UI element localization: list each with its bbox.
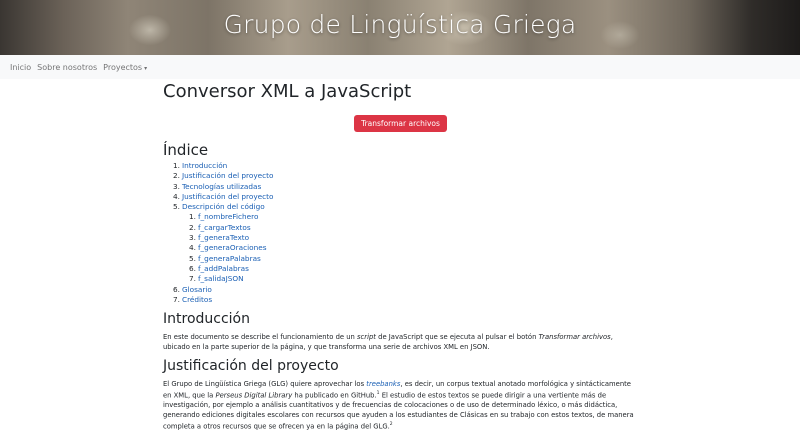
- toc-link-tecnologias[interactable]: Tecnologías utilizadas: [182, 182, 261, 191]
- section-heading-introduccion: Introducción: [163, 311, 250, 328]
- nav-item-inicio[interactable]: Inicio: [10, 63, 31, 72]
- site-title: Grupo de Lingüística Griega: [223, 10, 577, 39]
- toc-item: 5. Descripción del código 1. f_nombreFiche…: [173, 202, 638, 284]
- toc-link-justificacion[interactable]: Justificación del proyecto: [182, 171, 274, 180]
- main-content: Conversor XML a JavaScript Transformar a…: [163, 79, 638, 435]
- toc-link-f-nombrefichero[interactable]: f_nombreFichero: [198, 212, 259, 221]
- toc-subitem: 6. f_addPalabras: [189, 264, 638, 274]
- nav-item-proyectos[interactable]: Proyectos ▾: [103, 63, 147, 72]
- toc-num: 7.: [173, 294, 180, 304]
- toc-num: 6.: [173, 284, 180, 294]
- toc-subitem: 1. f_nombreFichero: [189, 212, 638, 222]
- text-span: ha publicado en GitHub.: [292, 391, 377, 400]
- toc-item: 7. Créditos: [173, 295, 638, 305]
- toc-item: 1. Introducción: [173, 161, 638, 171]
- toc-item: 6. Glosario: [173, 285, 638, 295]
- toc-link-f-generatexto[interactable]: f_generaTexto: [198, 233, 249, 242]
- toc-link-f-addpalabras[interactable]: f_addPalabras: [198, 264, 249, 273]
- intro-paragraph: En este documento se describe el funcion…: [163, 332, 638, 352]
- text-emphasis: Transformar archivos: [538, 333, 611, 342]
- toc-num: 4.: [189, 243, 196, 253]
- toc-num: 2.: [173, 171, 180, 181]
- toc-sublist: 1. f_nombreFichero 2. f_cargarTextos 3. f_g…: [173, 212, 638, 284]
- toc-item: 3. Tecnologías utilizadas: [173, 182, 638, 192]
- toc-link-descripcion[interactable]: Descripción del código: [182, 202, 265, 211]
- text-emphasis: Perseus Digital Library: [215, 391, 293, 400]
- toc-num: 6.: [189, 263, 196, 273]
- nav-item-sobre-nosotros[interactable]: Sobre nosotros: [37, 63, 97, 72]
- justificacion-paragraph: El Grupo de Lingüística Griega (GLG) qui…: [163, 379, 638, 432]
- text-span: El Grupo de Lingüística Griega (GLG) qui…: [163, 380, 367, 389]
- toc-link-f-generaoraciones[interactable]: f_generaOraciones: [198, 243, 267, 252]
- text-emphasis: script: [357, 333, 376, 342]
- toc-heading: Índice: [163, 141, 209, 159]
- toc-num: 2.: [189, 222, 196, 232]
- toc-subitem: 7. f_salidaJSON: [189, 274, 638, 284]
- toc-link-f-salidajson[interactable]: f_salidaJSON: [198, 274, 244, 283]
- toc-link-glosario[interactable]: Glosario: [182, 285, 212, 294]
- toc-subitem: 4. f_generaOraciones: [189, 243, 638, 253]
- toc-num: 1.: [189, 212, 196, 222]
- treebanks-link[interactable]: treebanks: [366, 380, 400, 388]
- toc-num: 3.: [189, 233, 196, 243]
- transform-files-button[interactable]: Transformar archivos: [354, 115, 447, 132]
- toc-item: 4. Justificación del proyecto: [173, 192, 638, 202]
- toc-subitem: 2. f_cargarTextos: [189, 223, 638, 233]
- toc-link-f-cargartextos[interactable]: f_cargarTextos: [198, 223, 251, 232]
- toc-num: 7.: [189, 274, 196, 284]
- toc-num: 5.: [189, 253, 196, 263]
- toc-num: 5.: [173, 202, 180, 212]
- text-span: En este documento se describe el funcion…: [163, 333, 358, 342]
- toc-subitem: 3. f_generaTexto: [189, 233, 638, 243]
- toc-subitem: 5. f_generaPalabras: [189, 254, 638, 264]
- footnote-ref[interactable]: 2: [390, 422, 393, 427]
- navbar: Inicio Sobre nosotros Proyectos ▾: [0, 55, 800, 79]
- toc-num: 4.: [173, 191, 180, 201]
- table-of-contents: 1. Introducción 2. Justificación del proye…: [163, 161, 638, 305]
- caret-down-icon: ▾: [144, 64, 148, 72]
- section-heading-justificacion: Justificación del proyecto: [163, 358, 339, 375]
- text-span: de JavaScript que se ejecuta al pulsar e…: [375, 333, 539, 342]
- nav-item-proyectos-label: Proyectos: [103, 62, 143, 72]
- toc-link-justificacion-2[interactable]: Justificación del proyecto: [182, 192, 274, 201]
- toc-num: 1.: [173, 161, 180, 170]
- toc-num: 3.: [173, 181, 180, 191]
- toc-link-introduccion[interactable]: Introducción: [182, 161, 227, 170]
- toc-link-f-generapalabras[interactable]: f_generaPalabras: [198, 254, 261, 263]
- toc-link-creditos[interactable]: Créditos: [182, 295, 212, 304]
- page-title: Conversor XML a JavaScript: [163, 81, 412, 102]
- header-banner: Grupo de Lingüística Griega: [0, 0, 800, 55]
- toc-item: 2. Justificación del proyecto: [173, 171, 638, 181]
